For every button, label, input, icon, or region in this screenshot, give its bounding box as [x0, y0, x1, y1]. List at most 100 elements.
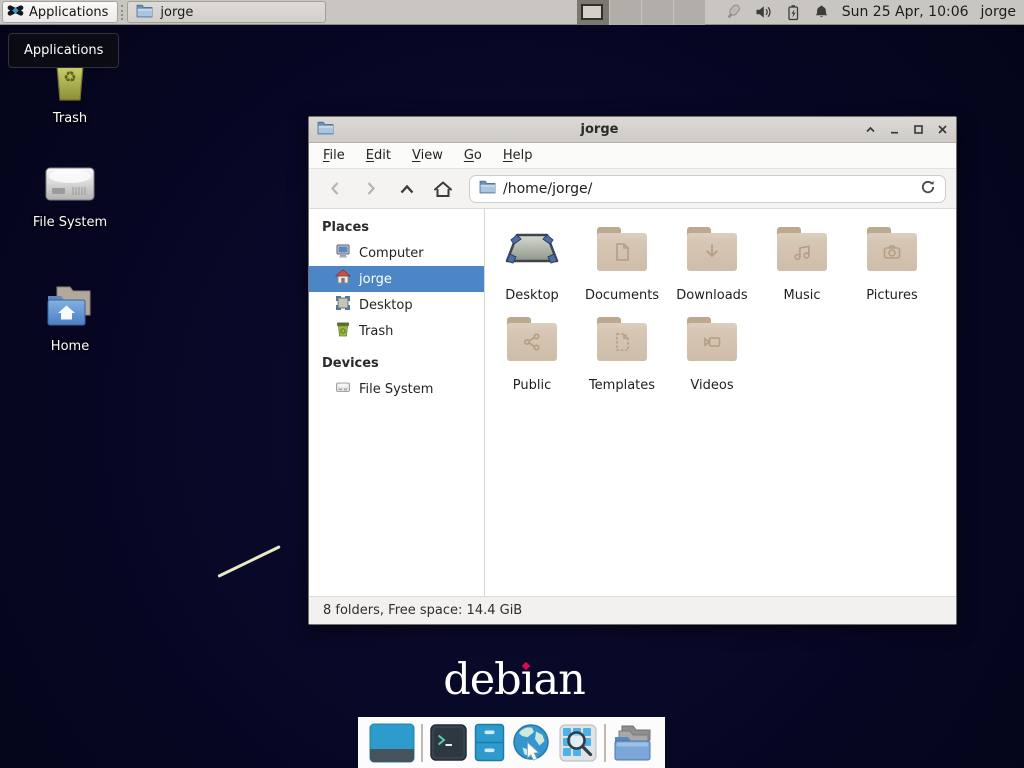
menu-edit[interactable]: Edit	[366, 148, 391, 163]
file-item-downloads[interactable]: Downloads	[668, 227, 756, 303]
workspace-3[interactable]	[641, 0, 673, 25]
menu-file[interactable]: File	[323, 148, 345, 163]
menu-go[interactable]: Go	[464, 148, 482, 163]
application-finder-launcher[interactable]	[559, 724, 597, 762]
statusbar: 8 folders, Free space: 14.4 GiB	[309, 596, 956, 624]
folder-icon	[136, 3, 153, 22]
file-cabinet-launcher[interactable]	[474, 723, 505, 762]
folder-templates-icon	[597, 317, 647, 361]
file-item-label: Videos	[690, 378, 733, 393]
file-item-music[interactable]: Music	[758, 227, 846, 303]
menu-help[interactable]: Help	[503, 148, 533, 163]
workspace-switcher	[577, 0, 705, 25]
sidebar-item-file-system[interactable]: File System	[309, 376, 484, 402]
maximize-button[interactable]	[913, 124, 924, 135]
sidebar-item-label: File System	[359, 382, 433, 397]
up-button[interactable]	[391, 174, 423, 204]
reload-icon[interactable]	[920, 179, 936, 199]
trash-icon	[335, 321, 351, 341]
volume-icon[interactable]	[755, 4, 773, 20]
applications-tooltip: Applications	[8, 33, 119, 68]
applications-menu-button[interactable]: Applications	[2, 1, 118, 23]
home-folder-icon	[43, 284, 97, 334]
sidebar-item-label: Computer	[359, 246, 424, 261]
applications-menu-label: Applications	[29, 5, 108, 20]
panel-username: jorge	[981, 4, 1016, 20]
desktop-icon	[335, 295, 351, 315]
web-browser-launcher[interactable]	[511, 723, 552, 763]
sidebar-item-jorge[interactable]: jorge	[309, 266, 484, 292]
workspace-2[interactable]	[609, 0, 641, 25]
taskbar-window-label: jorge	[160, 5, 193, 20]
forward-button[interactable]	[355, 174, 387, 204]
path-text[interactable]: /home/jorge/	[503, 181, 913, 197]
places-header: Places	[309, 216, 484, 240]
folder-music-icon	[777, 227, 827, 271]
svg-text:♻: ♻	[63, 68, 76, 86]
file-item-label: Desktop	[505, 288, 559, 303]
path-bar[interactable]: /home/jorge/	[469, 175, 946, 203]
computer-icon	[335, 243, 351, 263]
folder-icon	[317, 120, 334, 139]
xfce-applications-icon	[7, 2, 24, 23]
file-manager-window: jorge File Edit View Go Help	[308, 116, 957, 625]
home-button[interactable]	[427, 174, 459, 204]
file-item-label: Templates	[589, 378, 655, 393]
sidebar-item-label: Trash	[359, 324, 393, 339]
hard-drive-icon	[43, 160, 97, 210]
menubar: File Edit View Go Help	[309, 143, 956, 169]
folder-downloads-icon	[687, 227, 737, 271]
file-item-videos[interactable]: Videos	[668, 317, 756, 393]
close-button[interactable]	[937, 124, 948, 135]
file-item-desktop[interactable]: Desktop	[488, 227, 576, 303]
side-pane: Places Computer	[309, 209, 485, 596]
show-desktop-button[interactable]	[369, 723, 415, 763]
desktop-special-icon	[504, 227, 560, 285]
file-item-templates[interactable]: Templates	[578, 317, 666, 393]
file-manager-launcher[interactable]	[612, 724, 654, 762]
window-title: jorge	[334, 122, 865, 137]
house-icon	[335, 269, 351, 289]
folder-icon	[479, 179, 496, 198]
taskbar-window-button[interactable]: jorge	[127, 1, 326, 23]
menu-view[interactable]: View	[412, 148, 443, 163]
sidebar-item-desktop[interactable]: Desktop	[309, 292, 484, 318]
battery-charging-icon[interactable]	[785, 4, 801, 21]
input-device-icon[interactable]	[723, 3, 743, 21]
top-panel: Applications jorge	[0, 0, 1024, 25]
stray-line	[217, 545, 280, 578]
dock-separator	[421, 724, 423, 762]
system-tray	[723, 3, 830, 21]
workspace-4[interactable]	[673, 0, 705, 25]
desktop-icon-home[interactable]: Home	[8, 284, 132, 354]
panel-clock[interactable]: Sun 25 Apr, 10:06	[842, 4, 969, 20]
desktop-icon-label: Trash	[53, 111, 87, 126]
workspace-1[interactable]	[577, 0, 609, 25]
file-item-documents[interactable]: Documents	[578, 227, 666, 303]
sidebar-item-label: jorge	[359, 272, 392, 287]
file-item-label: Pictures	[866, 288, 917, 303]
terminal-launcher[interactable]	[430, 724, 467, 761]
minimize-button[interactable]	[889, 124, 900, 135]
toolbar: /home/jorge/	[309, 169, 956, 209]
back-button[interactable]	[319, 174, 351, 204]
hard-drive-icon	[335, 379, 351, 399]
folder-documents-icon	[597, 227, 647, 271]
desktop-icon-label: File System	[33, 215, 107, 230]
dock-panel	[358, 717, 665, 768]
file-item-pictures[interactable]: Pictures	[848, 227, 936, 303]
sidebar-item-trash[interactable]: Trash	[309, 318, 484, 344]
file-item-label: Documents	[585, 288, 659, 303]
notifications-bell-icon[interactable]	[813, 4, 830, 20]
workspace-window-thumb	[581, 4, 603, 20]
folder-share-icon	[507, 317, 557, 361]
file-list: Desktop Documents	[485, 209, 956, 596]
titlebar[interactable]: jorge	[309, 117, 956, 143]
file-item-public[interactable]: Public	[488, 317, 576, 393]
debian-logo: debıan	[444, 658, 584, 703]
shade-button[interactable]	[865, 124, 876, 135]
desktop-icon-file-system[interactable]: File System	[8, 160, 132, 230]
folder-videos-icon	[687, 317, 737, 361]
devices-header: Devices	[309, 352, 484, 376]
sidebar-item-computer[interactable]: Computer	[309, 240, 484, 266]
